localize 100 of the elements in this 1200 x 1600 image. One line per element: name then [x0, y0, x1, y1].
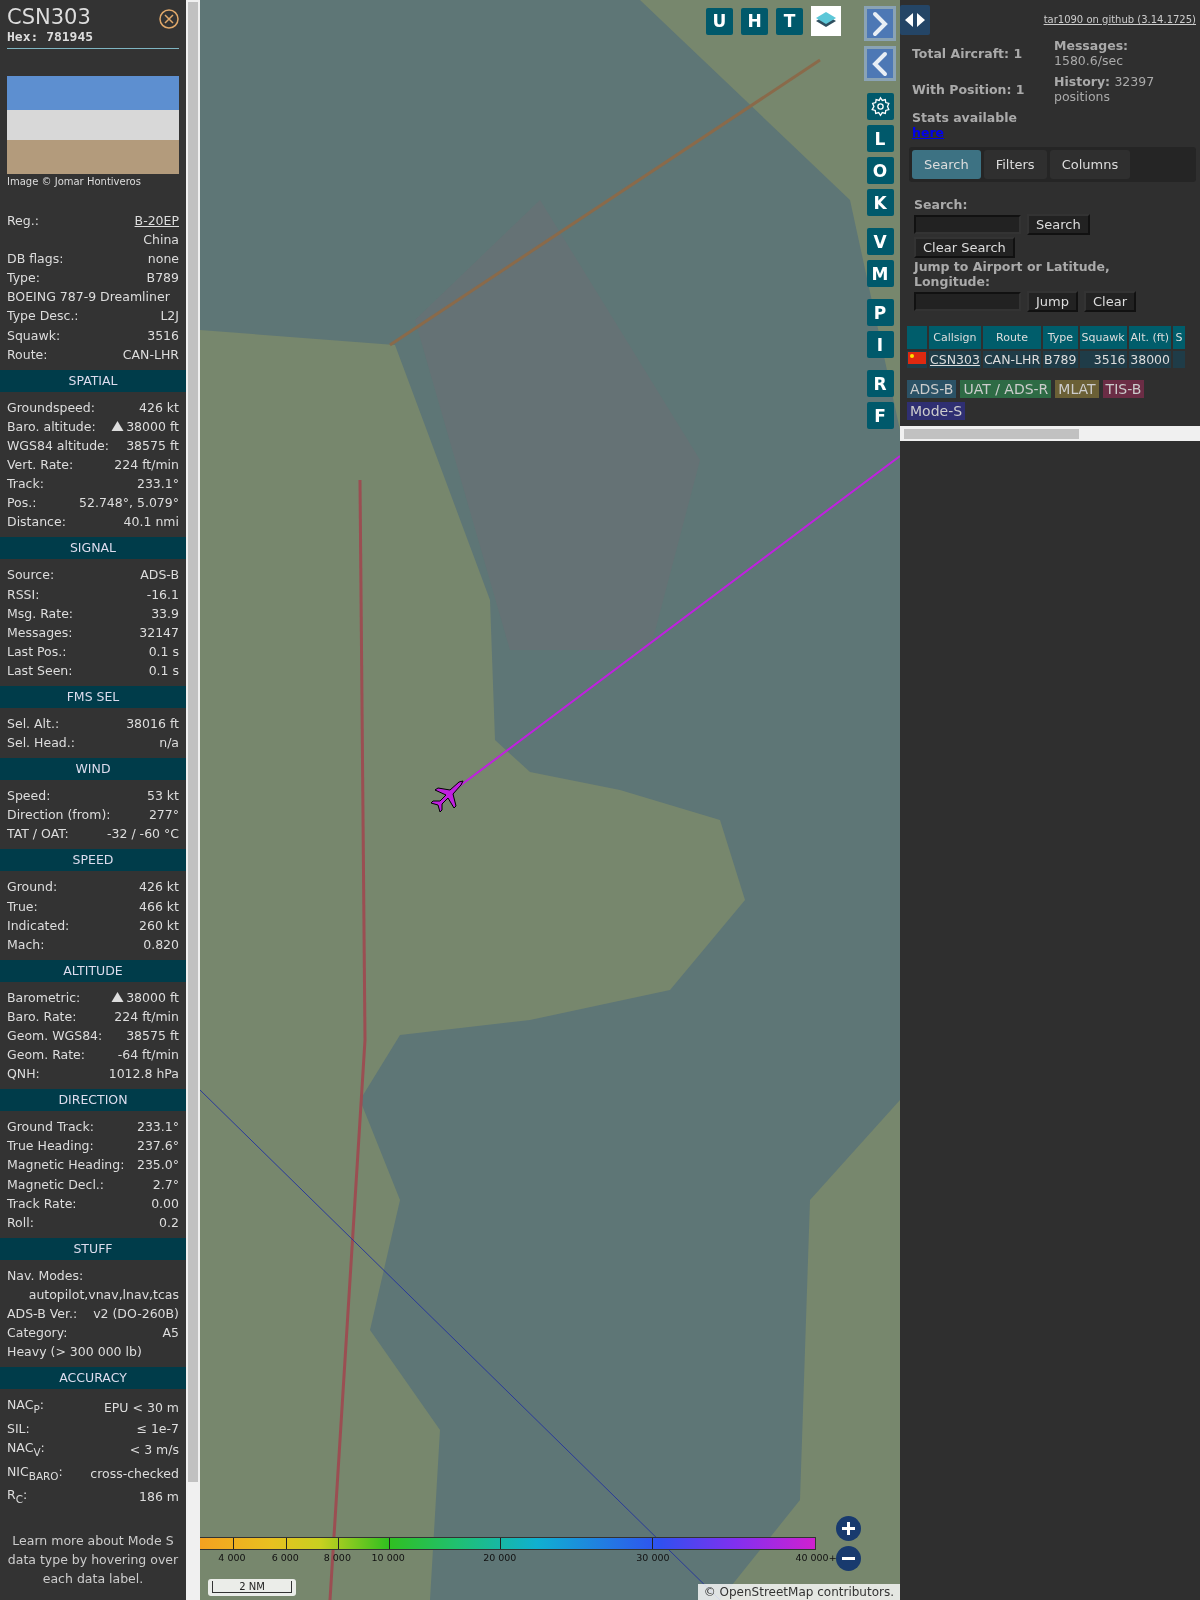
settings-button[interactable]	[866, 93, 894, 120]
column-header[interactable]: Squawk	[1079, 326, 1127, 349]
scale-label: 2 NM	[212, 1581, 292, 1593]
registration-link[interactable]: B-20EP	[134, 211, 179, 231]
column-header[interactable]: Route	[982, 326, 1042, 349]
total-aircraft: Total Aircraft: 1	[912, 45, 1024, 61]
column-header[interactable]: Type	[1043, 326, 1078, 349]
map-toggle-button[interactable]: F	[866, 402, 894, 429]
table-cell: 38000	[1128, 351, 1172, 368]
field-value: 224 ft/min	[114, 456, 179, 475]
field-label: Barometric:	[7, 988, 81, 1007]
field-value: 38000 ft	[126, 988, 179, 1007]
field-value: A5	[162, 1324, 179, 1343]
field-value: < 3 m/s	[129, 1441, 179, 1460]
map-toggle-button[interactable]: U	[706, 7, 733, 35]
openstreetmap-link[interactable]: OpenStreetMap	[719, 1585, 814, 1599]
map-toggle-button[interactable]: L	[866, 125, 894, 152]
field-value: n/a	[159, 734, 179, 753]
field-value: 233.1°	[136, 1118, 179, 1137]
field-value: 38000 ft	[126, 417, 179, 436]
search-button[interactable]: Search	[1027, 214, 1090, 235]
field-value: China	[143, 231, 179, 250]
map-toggle-button[interactable]: R	[866, 370, 894, 397]
field-label: Groundspeed:	[7, 398, 95, 417]
field-label: True:	[7, 897, 38, 916]
plus-icon	[841, 1521, 856, 1536]
map-toggle-button[interactable]: K	[866, 189, 894, 216]
field-label: Track:	[7, 475, 44, 494]
field-label: Magnetic Heading:	[7, 1156, 125, 1175]
field-label: Ground:	[7, 878, 58, 897]
field-value: CAN-LHR	[122, 345, 179, 364]
field-value: 260 kt	[139, 916, 179, 935]
map-toggle-button[interactable]: M	[866, 260, 894, 287]
section-header: STUFF	[0, 1237, 186, 1260]
jump-button[interactable]: Jump	[1027, 291, 1078, 312]
field-label: Distance:	[7, 513, 66, 532]
field-value: 32147	[139, 623, 179, 642]
close-icon[interactable]	[159, 9, 179, 29]
field-label: Messages:	[7, 623, 73, 642]
field-value: 224 ft/min	[114, 1007, 179, 1026]
table-cell: B789	[1043, 351, 1078, 368]
field-value: -32 / -60 °C	[107, 825, 179, 844]
legend-tag: UAT / ADS-R	[960, 380, 1052, 398]
left-right-arrows-icon	[904, 13, 926, 27]
map-toggle-button[interactable]: P	[866, 299, 894, 326]
layers-button[interactable]	[811, 6, 841, 36]
altitude-label: 10 000	[371, 1552, 405, 1563]
toggle-sidebar-button[interactable]	[900, 5, 930, 35]
chevron-right-icon	[871, 10, 889, 37]
field-label: NAC$_{V}$:	[7, 1439, 45, 1460]
section-header: DIRECTION	[0, 1089, 186, 1112]
section-header: SIGNAL	[0, 537, 186, 560]
column-header[interactable]: Alt. (ft)	[1128, 326, 1172, 349]
legend-tag: ADS-B	[907, 380, 957, 398]
field-value: 38016 ft	[126, 714, 179, 733]
field-value: v2 (DO-260B)	[93, 1305, 179, 1324]
map-toggle-button[interactable]: O	[866, 157, 894, 184]
flag-icon	[908, 352, 926, 364]
version-link[interactable]: tar1090 on github (3.14.1725)	[1043, 14, 1196, 25]
map-toggle-button[interactable]: V	[866, 228, 894, 255]
next-aircraft-button[interactable]	[864, 6, 896, 41]
field-label: Speed:	[7, 787, 51, 806]
field-label: Roll:	[7, 1213, 34, 1232]
scrollbar-thumb[interactable]	[188, 2, 198, 1482]
photo-credit: Image © Jomar Hontiveros	[7, 176, 142, 187]
settings-icon	[869, 96, 891, 117]
scrollbar-thumb[interactable]	[904, 428, 1079, 439]
field-value: B789	[146, 269, 179, 288]
map-toggle-button[interactable]: I	[866, 331, 894, 358]
section-header: ALTITUDE	[0, 959, 186, 982]
field-value: 0.00	[151, 1194, 179, 1213]
column-header[interactable]: Callsign	[929, 326, 981, 349]
tab[interactable]: Search	[912, 150, 981, 179]
field-label: Pos.:	[7, 494, 37, 513]
clear-button[interactable]: Clear	[1084, 291, 1136, 312]
field-label: DB flags:	[7, 250, 64, 269]
field-label: Type:	[7, 269, 40, 288]
search-field[interactable]	[914, 215, 1021, 234]
map-toggle-button[interactable]: H	[741, 7, 768, 35]
altitude-label: 8 000	[323, 1552, 351, 1563]
field-label: Ground Track:	[7, 1118, 94, 1137]
tab[interactable]: Columns	[1049, 150, 1131, 179]
aircraft-callsign: CSN303	[7, 5, 92, 29]
tab[interactable]: Filters	[983, 150, 1047, 179]
field-label: Last Pos.:	[7, 642, 67, 661]
section-header: SPEED	[0, 849, 186, 872]
field-label: Baro. Rate:	[7, 1007, 77, 1026]
chevron-left-icon	[871, 50, 889, 77]
field-value: 466 kt	[139, 897, 179, 916]
clear-search-button[interactable]: Clear Search	[914, 237, 1015, 258]
with-position: With Position: 1	[912, 81, 1026, 97]
jump-field[interactable]	[914, 292, 1021, 311]
field-value: 0.820	[143, 935, 179, 954]
column-header[interactable]: S	[1173, 326, 1186, 349]
previous-aircraft-button[interactable]	[864, 46, 896, 81]
field-label: Squawk:	[7, 326, 61, 345]
field-label: Sel. Head.:	[7, 734, 75, 753]
callsign-link[interactable]: CSN303	[930, 352, 980, 367]
map-toggle-button[interactable]: T	[776, 7, 803, 35]
hex-code: Hex: 781945	[7, 29, 94, 44]
